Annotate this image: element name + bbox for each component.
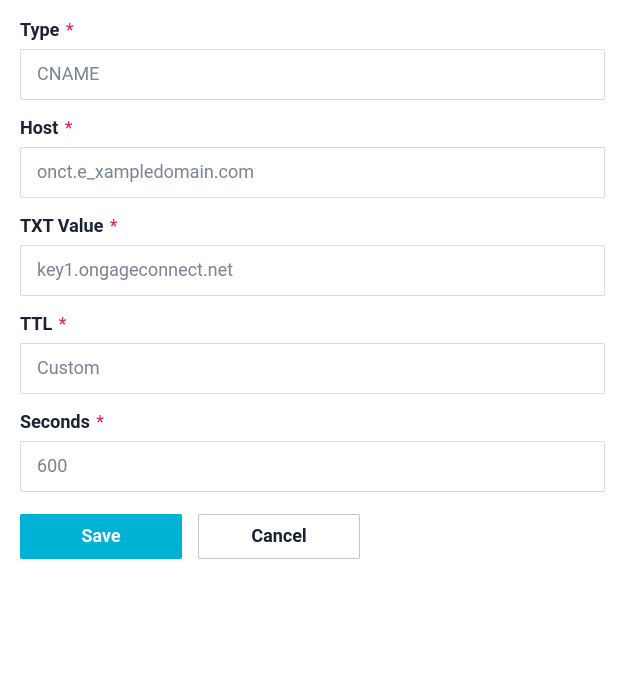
type-label: Type * [20, 20, 605, 41]
cancel-button[interactable]: Cancel [198, 514, 360, 559]
host-input[interactable] [20, 147, 605, 198]
save-button[interactable]: Save [20, 514, 182, 559]
host-field-group: Host * [20, 118, 605, 198]
txt-value-label: TXT Value * [20, 216, 605, 237]
txt-value-field-group: TXT Value * [20, 216, 605, 296]
required-asterisk: * [59, 314, 67, 335]
seconds-label: Seconds * [20, 412, 605, 433]
dns-record-form: Type * Host * TXT Value * TTL * Seconds … [20, 20, 605, 559]
required-asterisk: * [110, 216, 118, 237]
host-label: Host * [20, 118, 605, 139]
type-field-group: Type * [20, 20, 605, 100]
host-label-text: Host [20, 118, 58, 139]
type-label-text: Type [20, 20, 59, 41]
button-row: Save Cancel [20, 514, 605, 559]
txt-value-input[interactable] [20, 245, 605, 296]
required-asterisk: * [65, 118, 73, 139]
ttl-field-group: TTL * [20, 314, 605, 394]
txt-value-label-text: TXT Value [20, 216, 103, 237]
ttl-label-text: TTL [20, 314, 52, 335]
required-asterisk: * [96, 412, 104, 433]
seconds-input[interactable] [20, 441, 605, 492]
type-input[interactable] [20, 49, 605, 100]
seconds-label-text: Seconds [20, 412, 90, 433]
ttl-input[interactable] [20, 343, 605, 394]
required-asterisk: * [66, 20, 74, 41]
seconds-field-group: Seconds * [20, 412, 605, 492]
ttl-label: TTL * [20, 314, 605, 335]
